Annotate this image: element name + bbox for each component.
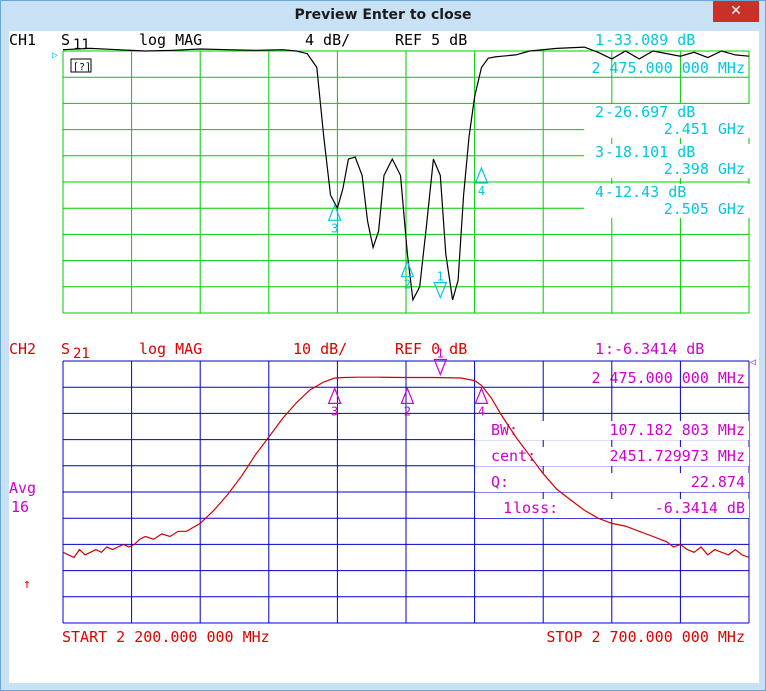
ch2-param-sub: 21 [73, 346, 90, 362]
ch1-readout-num: 3 [595, 143, 604, 161]
ch2-label: CH2 [9, 340, 36, 358]
ch1-param: S [61, 31, 70, 49]
ch2-avg-label: Avg [9, 479, 36, 497]
ch1-marker-label: 2 [404, 278, 411, 292]
ch2-marker-label: 3 [331, 404, 338, 418]
ch2-readout-label: BW: [491, 421, 518, 439]
ch2-format: log MAG [139, 340, 202, 358]
preview-window: Preview Enter to close ✕ CH1 S 1 1 log MA… [0, 0, 766, 691]
ch2-param: S [61, 340, 70, 358]
ch1-readout-num: 4 [595, 183, 604, 201]
ch1-readout-num: 2 [595, 103, 604, 121]
ch1-label: CH1 [9, 31, 36, 49]
ch1-annotation-text: ⌈?⌉ [73, 62, 91, 73]
window-title: Preview Enter to close [294, 7, 472, 23]
ch2-marker1-num: 1 [595, 340, 604, 358]
ch1-readout-freq: 2.505 GHz [664, 200, 745, 218]
ch2-readout-label: loss: [513, 499, 558, 517]
ch1-ref-marker: ▷ [52, 50, 58, 61]
ch1-format: log MAG [139, 31, 202, 49]
ch1-ref: REF 5 dB [395, 31, 467, 49]
analyzer-display: CH1 S 1 1 log MAG 4 dB/ REF 5 dB 1 -33.08… [9, 31, 759, 683]
ch2-scale: 10 dB/ [293, 340, 347, 358]
ch1-marker-label: 3 [331, 221, 338, 235]
ch1-marker-label: 4 [478, 184, 485, 198]
start-frequency: START 2 200.000 000 MHz [62, 628, 270, 646]
ch2-readout-value: -6.3414 dB [655, 499, 745, 517]
ch1-scale: 4 dB/ [305, 31, 350, 49]
ch2-readout-num: 1 [503, 499, 512, 517]
ch2-marker1-value: :-6.3414 dB [605, 340, 704, 358]
ch1-readouts: 2 -26.697 dB2.451 GHz 3 -18.101 dB2.398 G… [584, 103, 750, 218]
ch1-readout-value: -26.697 dB [605, 103, 695, 121]
ch1-readout-freq: 2.398 GHz [664, 160, 745, 178]
title-bar[interactable]: Preview Enter to close ✕ [1, 1, 765, 31]
ch2-marker-label: 1 [437, 347, 444, 361]
ch2-marker-label: 2 [404, 404, 411, 418]
ch1-marker1-value: -33.089 dB [605, 31, 695, 49]
ch1-readout-freq: 2.451 GHz [664, 120, 745, 138]
ch2-marker1-freq: 2 475.000 000 MHz [591, 369, 745, 387]
ch2-readout-value: 22.874 [691, 473, 745, 491]
ch2-readout-label: Q: [491, 473, 509, 491]
ch1-readout-value: -18.101 dB [605, 143, 695, 161]
ch1-markers: 3 2 1 4 [327, 166, 489, 300]
ch2-readout-value: 107.182 803 MHz [610, 421, 745, 439]
ch2-scale-arrow: ↑ [23, 577, 31, 592]
ch1-marker-3: 3 [327, 203, 342, 235]
ch1-grid [62, 50, 750, 314]
ch1-marker1-num: 1 [595, 31, 604, 49]
ch1-marker-4: 4 [474, 166, 489, 198]
ch2-ref: REF 0 dB [395, 340, 467, 358]
ch2-ref-marker: ◁ [750, 357, 756, 368]
stop-frequency: STOP 2 700.000 000 MHz [546, 628, 745, 646]
close-button[interactable]: ✕ [713, 1, 759, 22]
ch1-readout-value: -12.43 dB [605, 183, 686, 201]
ch2-marker-label: 4 [478, 404, 485, 418]
ch1-marker-1: 1 [433, 270, 448, 300]
ch1-marker-label: 1 [437, 270, 444, 284]
ch2-avg-count: 16 [11, 498, 29, 516]
ch2-readout-value: 2451.729973 MHz [610, 447, 745, 465]
analyzer-svg: CH1 S 1 1 log MAG 4 dB/ REF 5 dB 1 -33.08… [9, 31, 756, 646]
ch1-marker1-freq: 2 475.000 000 MHz [591, 59, 745, 77]
